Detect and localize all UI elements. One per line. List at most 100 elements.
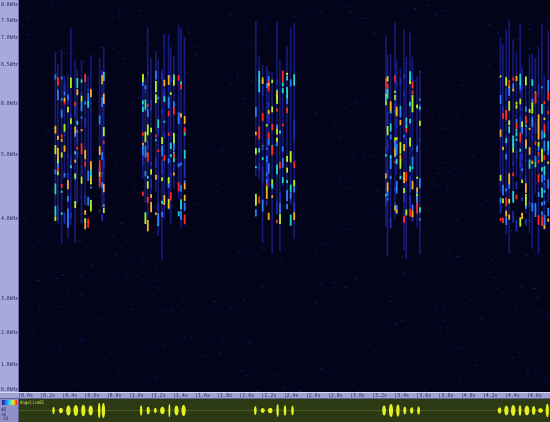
noise-speck	[51, 239, 54, 241]
noise-speck	[351, 154, 354, 156]
call-energy	[505, 210, 508, 217]
call-energy	[267, 114, 270, 124]
call-energy	[289, 192, 292, 199]
call-energy	[289, 153, 292, 160]
call-energy	[281, 88, 284, 94]
noise-speck	[470, 299, 473, 301]
noise-speck	[298, 252, 302, 254]
noise-speck	[526, 368, 530, 370]
call-energy	[385, 147, 387, 155]
noise-speck	[128, 230, 131, 232]
call-energy	[60, 184, 63, 188]
call-energy	[258, 70, 261, 82]
call-energy	[98, 146, 101, 155]
noise-speck	[317, 262, 320, 264]
noise-speck	[412, 39, 415, 40]
noise-speck	[102, 347, 106, 349]
call-energy	[534, 155, 537, 163]
noise-speck	[375, 191, 379, 193]
noise-speck	[322, 369, 324, 371]
call-energy	[142, 191, 144, 196]
noise-speck	[488, 64, 491, 66]
noise-speck	[479, 360, 483, 362]
noise-speck	[92, 329, 96, 331]
call-energy	[84, 117, 87, 128]
waveform-view[interactable]: Angelica01	[19, 399, 550, 422]
noise-speck	[205, 333, 207, 335]
call-energy	[537, 146, 540, 151]
noise-speck	[440, 139, 443, 141]
noise-speck	[432, 181, 436, 183]
call-energy	[541, 216, 543, 226]
noise-speck	[186, 61, 188, 63]
noise-speck	[90, 40, 93, 42]
noise-speck	[503, 329, 506, 331]
noise-speck	[338, 181, 342, 183]
noise-speck	[114, 255, 118, 257]
noise-speck	[176, 350, 179, 352]
noise-speck	[470, 249, 474, 251]
call-energy	[547, 141, 550, 151]
time-axis-ruler[interactable]: 0.0s 0.2s 0.4s 0.6s 0.8s 1.0s 1.2s 1.4s 1.6s 1.8s…	[0, 392, 550, 399]
noise-speck	[533, 288, 536, 289]
noise-speck	[374, 208, 377, 210]
call-energy	[505, 109, 508, 121]
call-energy	[150, 161, 152, 166]
noise-speck	[534, 241, 537, 243]
noise-speck	[315, 283, 318, 285]
frequency-axis-ruler[interactable]: 8.0kHz 7.5kHz 7.0kHz 6.5kHz 6.0kHz 5.0kHz 4.0k…	[0, 0, 19, 393]
call-energy	[276, 124, 278, 129]
noise-speck	[430, 165, 432, 167]
spectrogram-view[interactable]	[19, 0, 550, 392]
call-energy	[416, 176, 418, 179]
noise-speck	[510, 30, 513, 32]
noise-speck	[79, 341, 82, 343]
noise-speck	[197, 330, 199, 332]
noise-speck	[506, 315, 509, 317]
noise-speck	[88, 233, 90, 234]
noise-speck	[59, 192, 61, 194]
call-energy	[163, 195, 166, 205]
call-energy	[386, 126, 389, 136]
call-energy	[161, 72, 163, 80]
noise-speck	[336, 10, 339, 12]
noise-speck	[491, 259, 493, 261]
noise-speck	[27, 105, 30, 107]
noise-speck	[423, 138, 426, 140]
call-energy	[505, 217, 508, 225]
noise-speck	[65, 95, 68, 97]
noise-speck	[427, 159, 430, 161]
noise-speck	[283, 249, 286, 251]
noise-speck	[59, 345, 61, 347]
noise-speck	[297, 296, 299, 297]
noise-speck	[27, 17, 30, 19]
noise-speck	[420, 341, 423, 343]
noise-speck	[477, 324, 479, 326]
waveform-burst	[153, 407, 157, 414]
noise-speck	[398, 338, 401, 339]
call-energy	[521, 86, 523, 91]
call-energy	[409, 101, 411, 107]
noise-speck	[437, 173, 440, 174]
noise-speck	[534, 376, 537, 378]
noise-speck	[312, 33, 315, 35]
noise-speck	[130, 308, 133, 310]
waveform-burst	[97, 402, 101, 419]
noise-speck	[328, 273, 332, 275]
call-streak	[419, 74, 421, 255]
call-energy	[98, 176, 101, 187]
spectrogram-canvas	[20, 0, 550, 392]
noise-speck	[475, 55, 478, 57]
call-energy	[419, 178, 421, 189]
call-energy	[279, 192, 281, 204]
call-energy	[183, 183, 186, 190]
call-energy	[525, 139, 527, 148]
noise-speck	[327, 337, 331, 339]
call-energy	[543, 140, 546, 152]
call-energy	[525, 106, 527, 112]
noise-speck	[187, 56, 190, 58]
noise-speck	[457, 300, 460, 302]
call-energy	[411, 210, 414, 218]
noise-speck	[42, 293, 46, 295]
call-energy	[173, 75, 175, 80]
